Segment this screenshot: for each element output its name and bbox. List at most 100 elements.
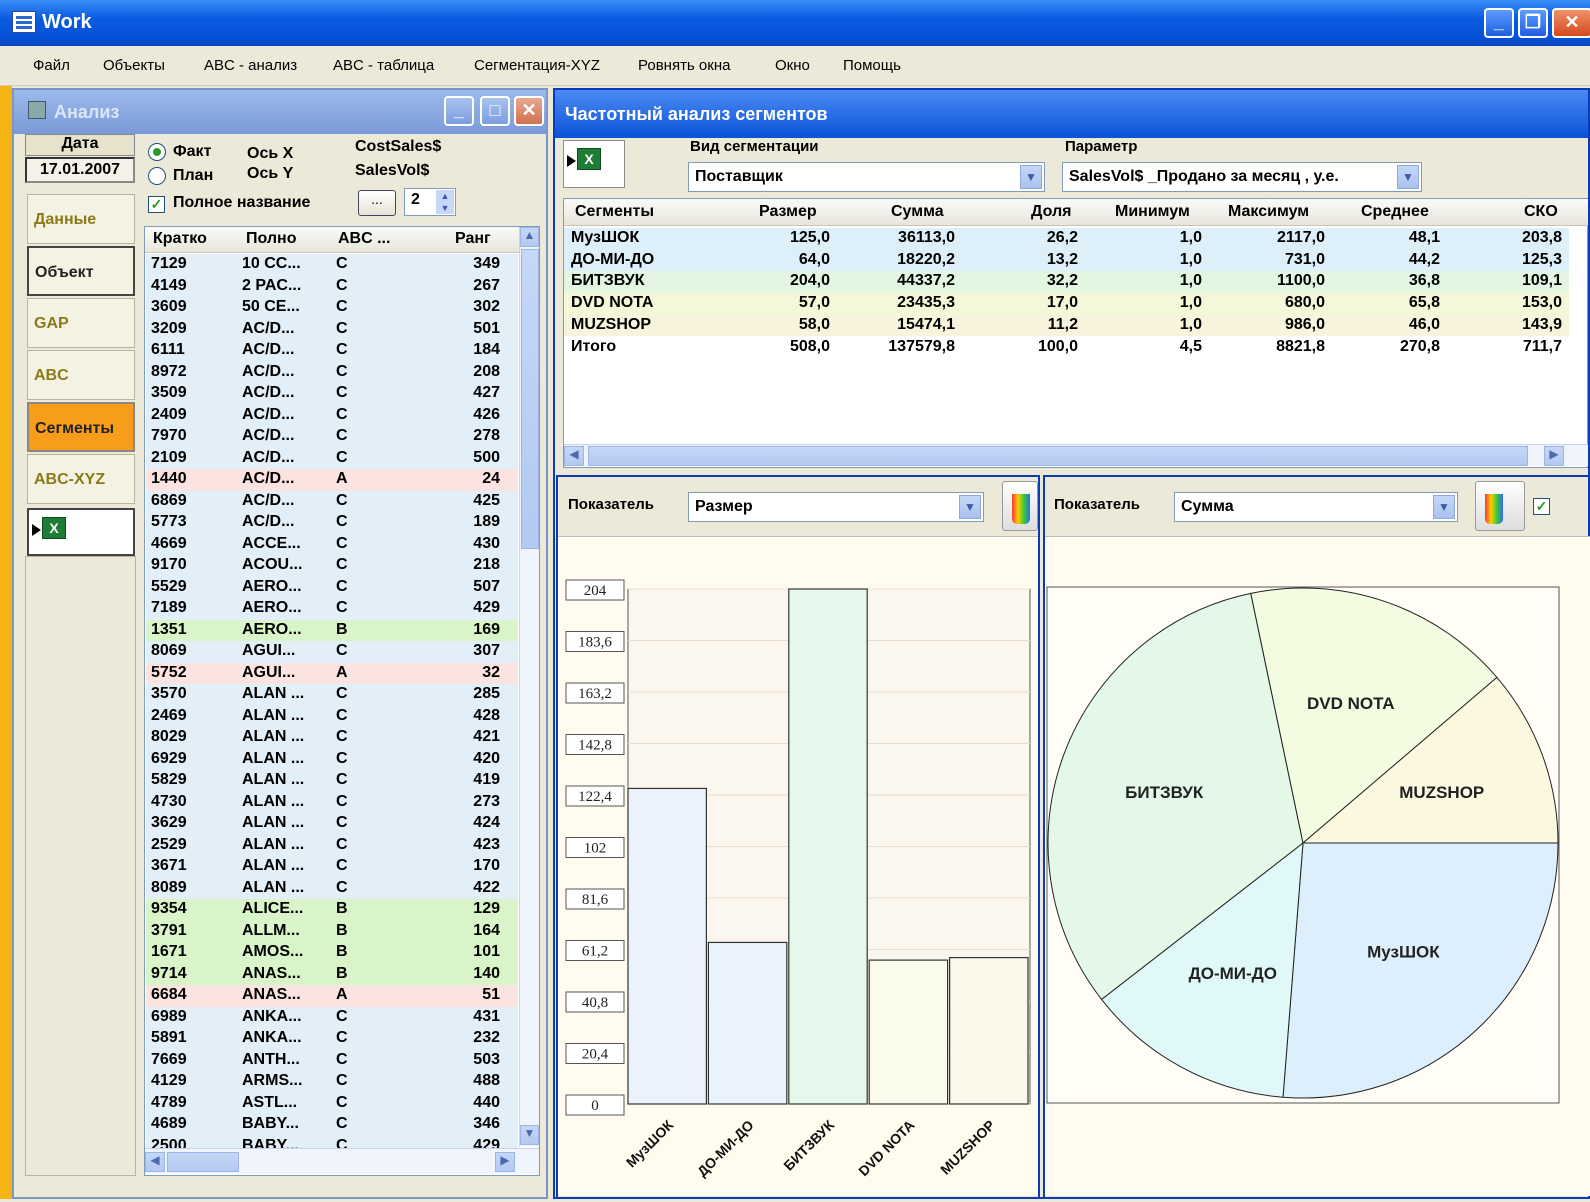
table-row[interactable]: 7970 AC/D... C 278 bbox=[146, 426, 518, 448]
hscroll-thumb[interactable] bbox=[167, 1152, 239, 1172]
axis-y-value[interactable]: SalesVol$ bbox=[355, 162, 429, 180]
pie-indicator-select[interactable]: Сумма ▼ bbox=[1174, 492, 1458, 522]
restore-button[interactable]: ❐ bbox=[1518, 8, 1548, 38]
pie-option-checkbox[interactable]: ✓ bbox=[1533, 498, 1550, 515]
date-field[interactable]: 17.01.2007 bbox=[25, 157, 135, 183]
table-row[interactable]: 5891 ANKA... C 232 bbox=[146, 1028, 518, 1050]
col-segments[interactable]: Сегменты bbox=[575, 203, 654, 221]
col-min[interactable]: Минимум bbox=[1115, 203, 1190, 221]
table-row[interactable]: 1351 AERO... B 169 bbox=[146, 619, 518, 641]
col-header-short[interactable]: Кратко bbox=[153, 230, 207, 248]
table-row[interactable]: 3509 AC/D... C 427 bbox=[146, 383, 518, 405]
seg-type-select[interactable]: Поставщик ▼ bbox=[688, 162, 1045, 192]
col-sum[interactable]: Сумма bbox=[891, 203, 944, 221]
col-share[interactable]: Доля bbox=[1031, 203, 1071, 221]
scroll-left-icon[interactable]: ◀ bbox=[564, 446, 584, 466]
table-row[interactable]: 9354 ALICE... B 129 bbox=[146, 899, 518, 921]
side-button-abc[interactable]: ABC bbox=[27, 350, 135, 400]
menu-help[interactable]: Помощь bbox=[843, 57, 901, 74]
table-row[interactable]: 7129 10 CC... C 349 bbox=[146, 254, 518, 276]
side-button-data[interactable]: Данные bbox=[27, 194, 135, 244]
table-row[interactable]: 4730 ALAN ... C 273 bbox=[146, 791, 518, 813]
grid-horizontal-scrollbar[interactable]: ◀ ▶ bbox=[145, 1148, 539, 1174]
table-row[interactable]: 7669 ANTH... C 503 bbox=[146, 1049, 518, 1071]
table-row[interactable]: 4689 BABY... C 346 bbox=[146, 1114, 518, 1136]
analysis-minimize-button[interactable]: _ bbox=[444, 96, 474, 126]
menu-tile-windows[interactable]: Ровнять окна bbox=[638, 57, 730, 74]
table-row[interactable]: 4789 ASTL... C 440 bbox=[146, 1092, 518, 1114]
col-header-full[interactable]: Полно bbox=[246, 230, 296, 248]
table-row[interactable]: 3629 ALAN ... C 424 bbox=[146, 813, 518, 835]
table-row[interactable]: 6869 AC/D... C 425 bbox=[146, 490, 518, 512]
table-row[interactable]: 5752 AGUI... A 32 bbox=[146, 662, 518, 684]
segment-title-bar[interactable]: Частотный анализ сегментов bbox=[555, 90, 1588, 138]
chevron-down-icon[interactable]: ▼ bbox=[1433, 495, 1455, 519]
col-sd[interactable]: СКО bbox=[1524, 203, 1558, 221]
table-row[interactable]: 4149 2 PAC... C 267 bbox=[146, 275, 518, 297]
ellipsis-button[interactable]: ... bbox=[358, 190, 396, 216]
table-row[interactable]: 2529 ALAN ... C 423 bbox=[146, 834, 518, 856]
table-row[interactable]: 8972 AC/D... C 208 bbox=[146, 361, 518, 383]
side-button-object[interactable]: Объект bbox=[27, 246, 135, 296]
scroll-up-icon[interactable]: ▲ bbox=[520, 227, 539, 247]
menu-window[interactable]: Окно bbox=[775, 57, 810, 74]
main-title-bar[interactable]: Work _ ❐ ✕ bbox=[0, 0, 1590, 46]
scroll-right-icon[interactable]: ▶ bbox=[495, 1152, 515, 1172]
table-row[interactable]: 5829 ALAN ... C 419 bbox=[146, 770, 518, 792]
param-select[interactable]: SalesVol$ _Продано за месяц , у.е. ▼ bbox=[1062, 162, 1422, 192]
menu-objects[interactable]: Объекты bbox=[103, 57, 165, 74]
chevron-down-icon[interactable]: ▼ bbox=[959, 495, 981, 519]
menu-file[interactable]: Файл bbox=[33, 57, 70, 74]
table-row[interactable]: 9714 ANAS... B 140 bbox=[146, 963, 518, 985]
plan-radio[interactable] bbox=[148, 167, 166, 185]
table-row[interactable]: 7189 AERO... C 429 bbox=[146, 598, 518, 620]
scroll-left-icon[interactable]: ◀ bbox=[145, 1152, 165, 1172]
table-row[interactable]: 4669 ACCE... C 430 bbox=[146, 533, 518, 555]
table-row[interactable]: 8029 ALAN ... C 421 bbox=[146, 727, 518, 749]
table-row[interactable]: 2469 ALAN ... C 428 bbox=[146, 705, 518, 727]
menu-segmentation-xyz[interactable]: Сегментация-XYZ bbox=[474, 57, 600, 74]
grid-vertical-scrollbar[interactable]: ▲ ▼ bbox=[519, 227, 539, 1147]
col-size[interactable]: Размер bbox=[759, 203, 817, 221]
table-row[interactable]: 6111 AC/D... C 184 bbox=[146, 340, 518, 362]
table-row[interactable]: 2109 AC/D... C 500 bbox=[146, 447, 518, 469]
table-row[interactable]: 3609 50 CE... C 302 bbox=[146, 297, 518, 319]
scroll-thumb[interactable] bbox=[521, 249, 539, 549]
fact-radio[interactable] bbox=[148, 143, 166, 161]
table-row[interactable]: 1671 AMOS... B 101 bbox=[146, 942, 518, 964]
segments-hscroll-thumb[interactable] bbox=[588, 446, 1528, 466]
minimize-button[interactable]: _ bbox=[1484, 8, 1514, 38]
table-row[interactable]: 2409 AC/D... C 426 bbox=[146, 404, 518, 426]
menu-abc-table[interactable]: ABC - таблица bbox=[333, 57, 434, 74]
table-row[interactable]: 6989 ANKA... C 431 bbox=[146, 1006, 518, 1028]
scroll-down-icon[interactable]: ▼ bbox=[520, 1125, 539, 1145]
table-row[interactable]: 5529 AERO... C 507 bbox=[146, 576, 518, 598]
chevron-down-icon[interactable]: ▼ bbox=[1397, 165, 1419, 189]
menu-abc-analysis[interactable]: ABC - анализ bbox=[204, 57, 297, 74]
axis-x-value[interactable]: CostSales$ bbox=[355, 138, 441, 156]
segments-hscrollbar[interactable]: ◀ ▶ bbox=[564, 444, 1588, 466]
analysis-maximize-button[interactable]: □ bbox=[480, 96, 510, 126]
table-row[interactable]: 3570 ALAN ... C 285 bbox=[146, 684, 518, 706]
table-row[interactable]: 5773 AC/D... C 189 bbox=[146, 512, 518, 534]
analysis-title-bar[interactable]: Анализ _ □ ✕ bbox=[14, 90, 546, 134]
col-header-rank[interactable]: Ранг bbox=[455, 230, 491, 248]
table-row[interactable]: 8089 ALAN ... C 422 bbox=[146, 877, 518, 899]
side-button-abc-xyz[interactable]: ABC-XYZ bbox=[27, 454, 135, 504]
table-row[interactable]: 6684 ANAS... A 51 bbox=[146, 985, 518, 1007]
level-spinner[interactable]: 2 ▲ ▼ bbox=[404, 188, 456, 216]
col-max[interactable]: Максимум bbox=[1228, 203, 1309, 221]
table-row[interactable]: 3209 AC/D... C 501 bbox=[146, 318, 518, 340]
table-row[interactable]: 3791 ALLM... B 164 bbox=[146, 920, 518, 942]
full-name-checkbox[interactable]: ✓ bbox=[148, 196, 165, 213]
table-row[interactable]: 4129 ARMS... C 488 bbox=[146, 1071, 518, 1093]
side-button-gap[interactable]: GAP bbox=[27, 298, 135, 348]
side-button-segments[interactable]: Сегменты bbox=[27, 402, 135, 452]
col-mean[interactable]: Среднее bbox=[1361, 203, 1429, 221]
col-header-abc[interactable]: ABC ... bbox=[338, 230, 390, 248]
table-row[interactable]: 1440 AC/D... A 24 bbox=[146, 469, 518, 491]
export-excel-button-left[interactable]: X bbox=[27, 508, 135, 556]
table-row[interactable]: 6929 ALAN ... C 420 bbox=[146, 748, 518, 770]
bar-indicator-select[interactable]: Размер ▼ bbox=[688, 492, 984, 522]
bar-palette-button[interactable] bbox=[1002, 481, 1038, 531]
